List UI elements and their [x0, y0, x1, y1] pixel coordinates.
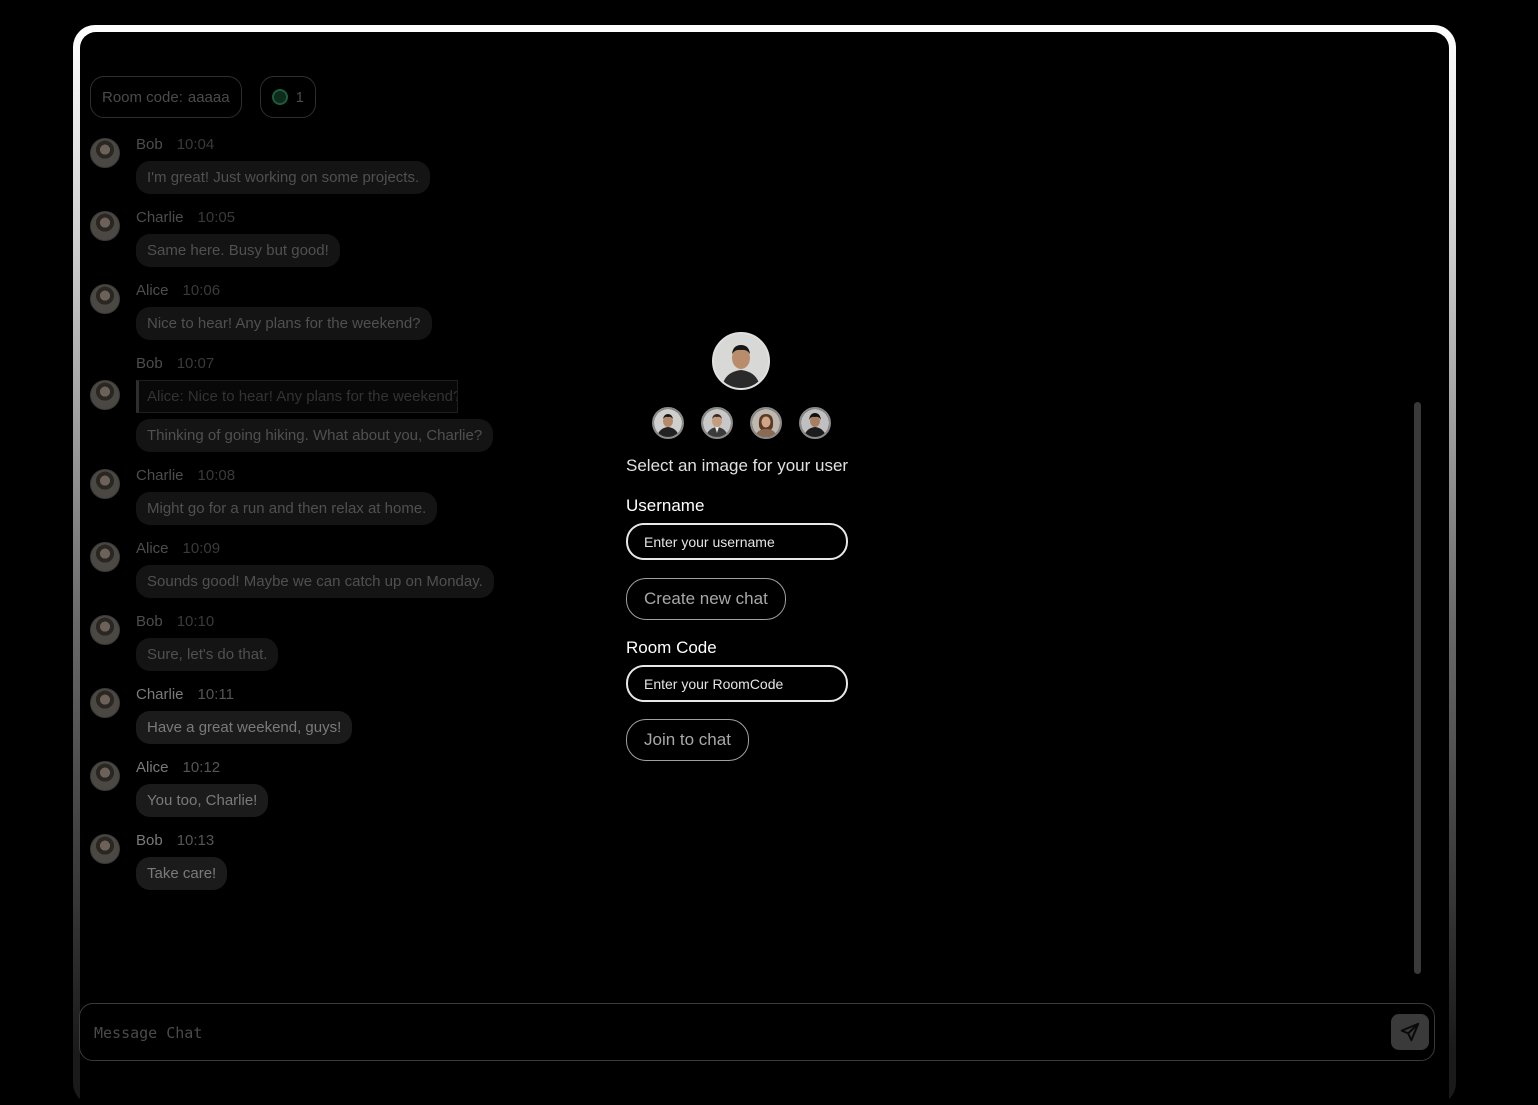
message-author: Charlie [136, 467, 184, 484]
message-time: 10:10 [176, 613, 215, 630]
avatar-options [652, 407, 831, 439]
room-code-field-label: Room Code [626, 638, 717, 657]
message-item: Alice 10:09 Sounds good! Maybe we can cat… [90, 539, 610, 598]
room-header: Room code: aaaaa 1 [90, 76, 316, 118]
room-code-label: Room code: [102, 88, 183, 106]
message-item: Alice 10:06 Nice to hear! Any plans for t… [90, 281, 610, 340]
send-icon [1400, 1022, 1420, 1042]
message-item: Bob 10:10 Sure, let's do that. [90, 612, 610, 671]
message-time: 10:05 [197, 209, 236, 226]
chat-panel: Room code: aaaaa 1 Bob 10:04 I'm great! J… [79, 32, 1449, 1105]
avatar-option[interactable] [701, 407, 733, 439]
message-bubble: Thinking of going hiking. What about you… [136, 419, 494, 452]
user-avatar [90, 834, 120, 864]
create-chat-button[interactable]: Create new chat [626, 578, 786, 620]
message-item: Charlie 10:05 Same here. Busy but good! [90, 208, 610, 267]
room-code-value: aaaaa [187, 88, 230, 106]
message-time: 10:13 [176, 832, 215, 849]
message-input[interactable] [92, 1018, 1356, 1048]
message-author: Bob [136, 832, 163, 849]
user-avatar [90, 688, 120, 718]
message-author: Bob [136, 136, 163, 153]
message-author: Alice [136, 282, 169, 299]
message-author: Alice [136, 540, 169, 557]
join-chat-button[interactable]: Join to chat [626, 719, 749, 761]
message-bubble: Might go for a run and then relax at hom… [136, 492, 438, 525]
user-avatar [90, 469, 120, 499]
room-code-input[interactable] [626, 665, 848, 702]
online-users-badge: 1 [259, 76, 316, 118]
message-author: Bob [136, 613, 163, 630]
message-author: Bob [136, 355, 163, 372]
user-avatar [90, 284, 120, 314]
username-label: Username [626, 496, 705, 515]
message-author: Charlie [136, 686, 184, 703]
quoted-reply[interactable]: Alice: Nice to hear! Any plans for the w… [136, 380, 458, 413]
message-item: Charlie 10:08 Might go for a run and then… [90, 466, 610, 525]
message-bubble: You too, Charlie! [136, 784, 269, 817]
avatar-option[interactable] [799, 407, 831, 439]
message-bubble: I'm great! Just working on some projects… [136, 161, 431, 194]
user-avatar [90, 211, 120, 241]
message-bubble: Sure, let's do that. [136, 638, 279, 671]
user-avatar [90, 380, 120, 410]
message-item: Bob 10:07 Alice: Nice to hear! Any plans … [90, 354, 610, 452]
avatar-option[interactable] [652, 407, 684, 439]
online-indicator-icon [271, 89, 288, 105]
message-bubble: Take care! [136, 857, 228, 890]
user-avatar [90, 761, 120, 791]
message-author: Alice [136, 759, 169, 776]
message-time: 10:07 [176, 355, 215, 372]
message-list: Bob 10:04 I'm great! Just working on some… [90, 135, 610, 904]
chat-window: Room code: aaaaa 1 Bob 10:04 I'm great! J… [73, 25, 1456, 1105]
message-bubble: Same here. Busy but good! [136, 234, 340, 267]
avatar-option[interactable] [750, 407, 782, 439]
message-item: Bob 10:13 Take care! [90, 831, 610, 890]
message-scrollbar[interactable] [1414, 402, 1421, 974]
message-bubble: Have a great weekend, guys! [136, 711, 353, 744]
online-count: 1 [295, 88, 304, 106]
selected-avatar [712, 332, 770, 390]
message-time: 10:11 [197, 686, 234, 703]
message-composer [79, 1003, 1435, 1061]
message-time: 10:04 [176, 136, 215, 153]
user-avatar [90, 138, 120, 168]
message-time: 10:08 [197, 467, 236, 484]
room-code-badge: Room code: aaaaa [90, 76, 242, 118]
username-input[interactable] [626, 523, 848, 560]
message-item: Alice 10:12 You too, Charlie! [90, 758, 610, 817]
message-author: Charlie [136, 209, 184, 226]
user-avatar [90, 615, 120, 645]
message-bubble: Sounds good! Maybe we can catch up on Mo… [136, 565, 494, 598]
message-time: 10:12 [182, 759, 221, 776]
avatar-select-prompt: Select an image for your user [626, 456, 849, 475]
send-button[interactable] [1391, 1014, 1429, 1050]
message-time: 10:09 [182, 540, 221, 557]
message-bubble: Nice to hear! Any plans for the weekend? [136, 307, 432, 340]
message-item: Charlie 10:11 Have a great weekend, guys! [90, 685, 610, 744]
message-item: Bob 10:04 I'm great! Just working on some… [90, 135, 610, 194]
user-avatar [90, 542, 120, 572]
message-time: 10:06 [182, 282, 221, 299]
